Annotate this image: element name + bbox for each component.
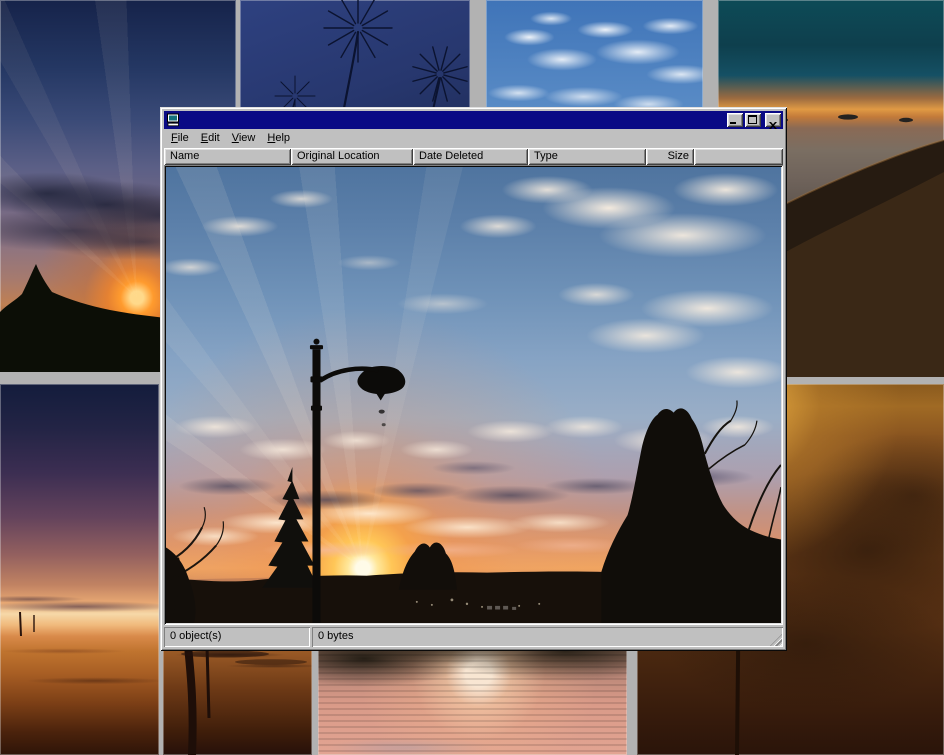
column-headers: Name Original Location Date Deleted Type… [164, 148, 783, 165]
menu-file[interactable]: File [165, 130, 195, 147]
minimize-icon [730, 122, 736, 124]
small-bush [399, 543, 457, 590]
menu-bar: File Edit View Help [164, 129, 783, 148]
minimize-button[interactable] [727, 113, 743, 127]
column-header-original-location[interactable]: Original Location [291, 148, 413, 165]
column-header-size[interactable]: Size [646, 148, 694, 165]
computer-icon[interactable] [166, 113, 180, 127]
column-header-name[interactable]: Name [164, 148, 291, 165]
status-objects: 0 object(s) [164, 627, 310, 647]
wallpaper-photo-lake-sunset [0, 384, 159, 755]
maximize-button[interactable] [745, 113, 761, 127]
menu-edit[interactable]: Edit [195, 130, 226, 147]
status-bar: 0 object(s) 0 bytes [164, 627, 783, 647]
status-size: 0 bytes [312, 627, 783, 647]
close-button[interactable] [765, 113, 781, 127]
menu-help[interactable]: Help [261, 130, 296, 147]
cypress-tree [262, 467, 318, 588]
column-header-type[interactable]: Type [528, 148, 646, 165]
file-list-area[interactable] [164, 165, 783, 625]
column-header-filler [694, 148, 783, 165]
recycle-bin-window: File Edit View Help Name Original Locati… [160, 107, 787, 651]
column-header-date-deleted[interactable]: Date Deleted [413, 148, 528, 165]
maximize-icon [748, 115, 757, 124]
sunset-lamp-photo [166, 167, 781, 623]
menu-view[interactable]: View [226, 130, 262, 147]
close-icon [769, 116, 777, 134]
title-bar[interactable] [164, 111, 783, 129]
